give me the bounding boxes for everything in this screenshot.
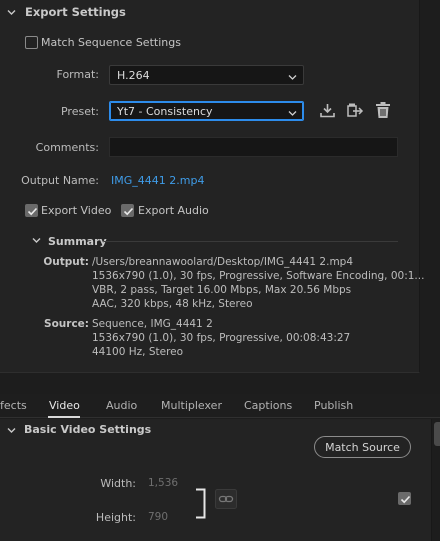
tab-multiplexer[interactable]: Multiplexer (161, 399, 222, 412)
chain-link-icon[interactable] (215, 489, 237, 512)
preset-label: Preset: (60, 105, 99, 118)
download-icon[interactable] (319, 102, 336, 122)
height-label: Height: (95, 511, 136, 524)
summary-source-line: Sequence, IMG_4441 2 (92, 318, 213, 330)
summary-output-line: /Users/breannawoolard/Desktop/IMG_4441 2… (92, 256, 354, 268)
export-audio-label[interactable]: Export Audio (138, 204, 209, 217)
tab-publish[interactable]: Publish (314, 399, 353, 412)
chevron-down-icon (288, 107, 297, 120)
link-bracket-icon (195, 488, 207, 522)
summary-source-line: 44100 Hz, Stereo (92, 346, 184, 358)
tab-effects[interactable]: fects (0, 399, 27, 412)
tab-captions[interactable]: Captions (244, 399, 292, 412)
summary-output-key: Output: (43, 256, 89, 268)
preset-value: Yt7 - Consistency (117, 105, 213, 118)
summary-source-key: Source: (44, 318, 89, 330)
summary-source-line: 1536x790 (1.0), 30 fps, Progressive, 00:… (92, 332, 351, 344)
scrollbar-handle[interactable] (434, 422, 440, 446)
width-label: Width: (100, 477, 136, 490)
format-label: Format: (56, 68, 99, 81)
basic-video-panel: Basic Video Settings Match Source Width:… (0, 419, 432, 541)
export-video-label[interactable]: Export Video (41, 204, 111, 217)
summary-chevron-icon[interactable] (32, 236, 41, 244)
height-value[interactable]: 790 (148, 511, 168, 523)
active-tab-indicator (48, 416, 80, 418)
import-icon[interactable] (346, 102, 364, 122)
comments-label: Comments: (35, 141, 99, 154)
output-name-label: Output Name: (21, 174, 99, 187)
export-audio-checkbox[interactable] (121, 204, 134, 217)
comments-field[interactable] (109, 137, 398, 157)
summary-output-line: 1536x790 (1.0), 30 fps, Progressive, Sof… (92, 270, 425, 282)
trash-icon[interactable] (375, 101, 391, 122)
tab-audio[interactable]: Audio (106, 399, 137, 412)
summary-output-line: AAC, 320 kbps, 48 kHz, Stereo (92, 298, 253, 310)
summary-title: Summary (48, 235, 107, 248)
format-dropdown[interactable]: H.264 (109, 65, 304, 85)
linked-checkbox[interactable] (398, 492, 411, 505)
tab-video[interactable]: Video (49, 399, 80, 412)
width-value[interactable]: 1,536 (148, 477, 178, 489)
export-video-checkbox[interactable] (25, 204, 38, 217)
format-value: H.264 (117, 69, 150, 82)
output-name-link[interactable]: IMG_4441 2.mp4 (111, 174, 204, 187)
preset-dropdown[interactable]: Yt7 - Consistency (109, 101, 304, 121)
settings-tab-bar: fects Video Audio Multiplexer Captions P… (0, 394, 440, 418)
collapse-chevron-icon[interactable] (7, 8, 16, 16)
basic-video-title: Basic Video Settings (24, 423, 152, 436)
match-source-button[interactable]: Match Source (314, 436, 411, 458)
collapse-chevron-icon[interactable] (7, 426, 16, 434)
match-sequence-label[interactable]: Match Sequence Settings (41, 36, 181, 49)
match-sequence-checkbox[interactable] (25, 36, 38, 49)
summary-divider (104, 241, 398, 242)
export-settings-title: Export Settings (25, 5, 126, 19)
chevron-down-icon (288, 71, 297, 84)
export-settings-panel: Export Settings Match Sequence Settings … (0, 0, 424, 373)
summary-output-line: VBR, 2 pass, Target 16.00 Mbps, Max 20.5… (92, 284, 352, 296)
